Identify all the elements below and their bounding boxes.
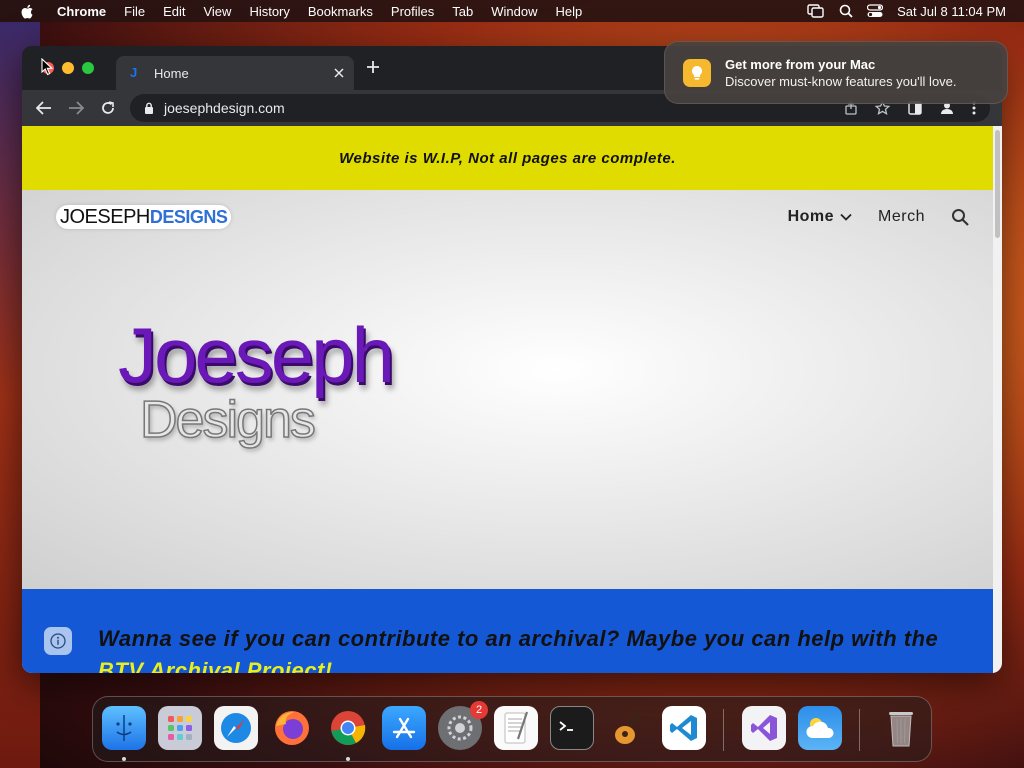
launchpad-icon[interactable]	[158, 706, 202, 750]
tab-title: Home	[154, 65, 189, 81]
menu-profiles[interactable]: Profiles	[382, 4, 443, 19]
archival-project-link[interactable]: BTV Archival Project!	[98, 658, 333, 673]
menubar-clock[interactable]: Sat Jul 8 11:04 PM	[897, 4, 1006, 19]
scrollbar-thumb[interactable]	[995, 130, 1000, 238]
tips-app-icon	[683, 58, 711, 87]
finder-running-dot	[122, 757, 126, 761]
dock: 2	[92, 696, 932, 762]
wip-banner: Website is W.I.P, Not all pages are comp…	[22, 126, 993, 190]
site-nav: Home Merch	[788, 208, 969, 226]
hero-section: JOESEPH DESIGNS Home Merch Joeseph Desig…	[22, 190, 993, 589]
menu-bar: Chrome File Edit View History Bookmarks …	[0, 0, 1024, 22]
app-store-icon[interactable]	[382, 706, 426, 750]
hero-title-joeseph: Joeseph	[118, 311, 395, 399]
dock-separator-2	[859, 709, 860, 751]
nav-merch[interactable]: Merch	[878, 208, 925, 226]
logo-text-joeseph: JOESEPH	[60, 205, 150, 228]
tab-home[interactable]: J Home	[116, 56, 354, 90]
menu-edit[interactable]: Edit	[154, 4, 194, 19]
chrome-running-dot	[346, 757, 350, 761]
info-icon[interactable]	[44, 627, 72, 655]
chrome-icon[interactable]	[326, 706, 370, 750]
menu-history[interactable]: History	[240, 4, 298, 19]
apple-icon[interactable]	[20, 4, 34, 19]
notification-title: Get more from your Mac	[725, 56, 876, 72]
system-settings-icon[interactable]: 2	[438, 701, 488, 750]
garageband-icon[interactable]	[606, 706, 650, 750]
screen-mirroring-icon[interactable]	[807, 4, 825, 18]
chevron-down-icon	[840, 213, 852, 221]
archival-section: Wanna see if you can contribute to an ar…	[22, 589, 993, 673]
web-page: Website is W.I.P, Not all pages are comp…	[22, 126, 993, 673]
notification[interactable]: Get more from your Mac Discover must-kno…	[664, 41, 1008, 104]
fullscreen-window-button[interactable]	[82, 62, 94, 74]
site-logo[interactable]: JOESEPH DESIGNS	[56, 205, 232, 229]
menu-view[interactable]: View	[194, 4, 240, 19]
nav-home-label: Home	[787, 208, 835, 225]
finder-icon[interactable]	[102, 706, 146, 750]
trash-icon[interactable]	[879, 706, 923, 750]
vscode-icon[interactable]	[662, 706, 706, 750]
hero-logo: Joeseph Designs	[118, 311, 395, 449]
minimize-window-button[interactable]	[62, 62, 74, 74]
safari-icon[interactable]	[214, 706, 258, 750]
settings-badge: 2	[470, 701, 488, 719]
archival-text: Wanna see if you can contribute to an ar…	[98, 623, 958, 673]
control-center-icon[interactable]	[867, 4, 884, 18]
textedit-icon[interactable]	[494, 706, 538, 750]
lock-icon[interactable]	[144, 102, 154, 114]
reload-button[interactable]	[92, 101, 124, 115]
nav-home[interactable]: Home	[788, 208, 852, 226]
reload-icon	[102, 101, 114, 114]
lightbulb-icon	[692, 65, 702, 80]
weather-icon[interactable]	[798, 706, 842, 750]
info-circle-icon	[50, 633, 66, 649]
menu-file[interactable]: File	[115, 4, 154, 19]
dock-separator	[723, 709, 724, 751]
back-button[interactable]	[28, 101, 60, 115]
forward-button[interactable]	[60, 101, 92, 115]
menu-bookmarks[interactable]: Bookmarks	[299, 4, 382, 19]
mouse-cursor-icon	[41, 58, 53, 76]
menu-tab[interactable]: Tab	[443, 4, 482, 19]
browser-window: J Home joesephdesign.com Website is W.I.…	[22, 46, 1002, 673]
arrow-right-icon	[69, 101, 84, 115]
menu-window[interactable]: Window	[482, 4, 546, 19]
arrow-left-icon	[36, 101, 51, 115]
menu-app-name[interactable]: Chrome	[48, 4, 115, 19]
hero-title-designs: Designs	[139, 391, 316, 449]
close-tab-icon[interactable]	[334, 68, 344, 78]
spotlight-search-icon[interactable]	[839, 4, 853, 18]
firefox-icon[interactable]	[270, 706, 314, 750]
menu-help[interactable]: Help	[547, 4, 592, 19]
notification-body: Discover must-know features you'll love.	[725, 73, 957, 89]
page-scrollbar[interactable]	[993, 126, 1002, 673]
visual-studio-icon[interactable]	[742, 706, 786, 750]
new-tab-icon[interactable]	[366, 60, 380, 74]
search-icon[interactable]	[951, 208, 969, 226]
site-favicon-icon: J	[130, 65, 138, 80]
url-text[interactable]: joesephdesign.com	[164, 100, 285, 116]
terminal-icon[interactable]	[550, 706, 594, 750]
archival-text-main: Wanna see if you can contribute to an ar…	[98, 626, 939, 651]
logo-text-designs: DESIGNS	[149, 206, 228, 227]
